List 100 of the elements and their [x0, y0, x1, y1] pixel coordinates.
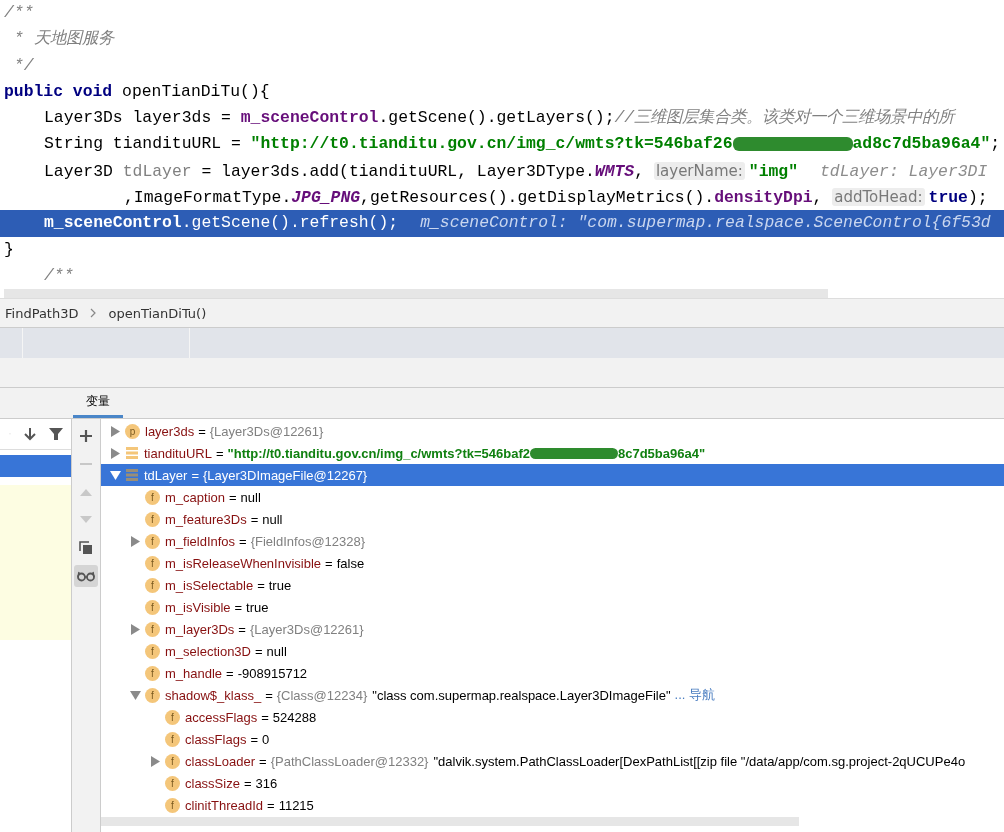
- variable-name: classSize: [185, 775, 240, 791]
- variable-value: 524288: [272, 709, 317, 725]
- variable-row[interactable]: f m_isSelectable = true: [101, 574, 1004, 596]
- string-literal: ad8c7d5ba96a4": [852, 134, 991, 154]
- variable-value: 11215: [278, 797, 314, 813]
- inline-debug-value: m_sceneControl: "com.supermap.realspace.SceneControl{6f53d: [420, 213, 991, 233]
- variable-row[interactable]: f m_layer3Ds = {Layer3Ds@12261}: [101, 618, 1004, 640]
- expanded-triangle-icon[interactable]: [109, 469, 121, 481]
- string-value: "http://t0.tianditu.gov.cn/img_c/wmts?tk=546baf2: [227, 445, 530, 461]
- variable-name: m_selection3D: [165, 643, 251, 659]
- variable-row[interactable]: f accessFlags = 524288: [101, 706, 1004, 728]
- variable-row[interactable]: tdLayer = {Layer3DImageFile@12267}: [101, 464, 1004, 486]
- code-comment: * 天地图服务: [12, 29, 114, 49]
- code-text: String tiandituURL =: [44, 134, 242, 154]
- variable-row[interactable]: p layer3ds = {Layer3Ds@12261}: [101, 420, 1004, 442]
- field-text: densityDpi: [714, 188, 813, 208]
- collapsed-triangle-icon[interactable]: [109, 425, 121, 437]
- variable-value: 0: [262, 731, 270, 747]
- variable-value: "class com.supermap.realspace.Layer3DImageFile": [372, 687, 671, 703]
- variable-row[interactable]: f shadow$_klass_ = {Class@12234} "class com.supermap.realspace.Layer3DImageFile" ... 导航: [101, 684, 1004, 706]
- collapsed-triangle-icon[interactable]: [129, 623, 141, 635]
- keyword-text: true: [928, 188, 968, 208]
- chevron-icon: [90, 308, 97, 318]
- variable-name: layer3ds: [145, 423, 195, 439]
- member-badge: f: [145, 687, 160, 703]
- member-badge: f: [145, 577, 160, 593]
- code-text: .getScene().getLayers();: [378, 108, 615, 128]
- object-reference: {Layer3Ds@12261}: [209, 423, 324, 439]
- glasses-icon[interactable]: [74, 565, 98, 587]
- code-text: ,getResources().getDisplayMetrics().: [360, 188, 715, 208]
- variable-value: true: [268, 577, 292, 593]
- variable-value: "dalvik.system.PathClassLoader[DexPathList[[zip file "/data/app/com.sg.project-2qUCUPe4o: [433, 753, 966, 769]
- equals-sign: =: [229, 489, 237, 505]
- equals-sign: =: [261, 709, 269, 725]
- variable-row[interactable]: f m_selection3D = null: [101, 640, 1004, 662]
- variable-name: shadow$_klass_: [165, 687, 262, 703]
- member-badge: f: [145, 621, 160, 637]
- horizontal-scrollbar[interactable]: [101, 817, 799, 826]
- member-badge: f: [165, 797, 180, 813]
- member-badge: f: [145, 489, 160, 505]
- collapsed-triangle-icon[interactable]: [109, 447, 121, 459]
- horizontal-scrollbar[interactable]: [4, 289, 828, 298]
- variable-row[interactable]: f classLoader = {PathClassLoader@12332} "dalvik.system.PathClassLoader[DexPathList[[zip file "/data/app/com.sg.project-2qUCUPe4o: [101, 750, 1004, 772]
- variable-name: accessFlags: [185, 709, 258, 725]
- equals-sign: =: [265, 687, 273, 703]
- variable-name: clinitThreadId: [185, 797, 264, 813]
- variable-row[interactable]: tiandituURL = "http://t0.tianditu.gov.cn/img_c/wmts?tk=546baf2 8c7d5ba96a4": [101, 442, 1004, 464]
- expanded-triangle-icon[interactable]: [129, 689, 141, 701]
- equals-sign: =: [198, 423, 206, 439]
- variable-row[interactable]: f m_caption = null: [101, 486, 1004, 508]
- member-badge: f: [145, 533, 160, 549]
- object-reference: {PathClassLoader@12332}: [270, 753, 429, 769]
- variable-name: m_feature3Ds: [165, 511, 247, 527]
- equals-sign: =: [226, 665, 234, 681]
- object-reference: {FieldInfos@12328}: [250, 533, 366, 549]
- variable-row[interactable]: f clinitThreadId = 11215: [101, 794, 1004, 816]
- variable-row[interactable]: f classFlags = 0: [101, 728, 1004, 750]
- variable-row[interactable]: f classSize = 316: [101, 772, 1004, 794]
- variable-row[interactable]: f m_feature3Ds = null: [101, 508, 1004, 530]
- code-text: }: [4, 239, 14, 259]
- variable-row[interactable]: f m_isReleaseWhenInvisible = false: [101, 552, 1004, 574]
- field-text: m_sceneControl: [44, 213, 182, 233]
- collapsed-triangle-icon[interactable]: [129, 535, 141, 547]
- member-badge: f: [165, 775, 180, 791]
- variable-name: m_isReleaseWhenInvisible: [165, 555, 322, 571]
- object-reference: {Class@12234}: [276, 687, 368, 703]
- collapsed-triangle-icon[interactable]: [149, 755, 161, 767]
- variable-row[interactable]: f m_isVisible = true: [101, 596, 1004, 618]
- variable-value: null: [262, 511, 283, 527]
- constant-text: WMTS: [594, 161, 635, 181]
- equals-sign: =: [267, 797, 275, 813]
- arrow-down-icon[interactable]: [23, 427, 37, 441]
- code-text: openTianDiTu(){: [122, 81, 270, 101]
- variable-row[interactable]: f m_fieldInfos = {FieldInfos@12328}: [101, 530, 1004, 552]
- parameter-hint: layerName:: [653, 161, 745, 180]
- string-literal: "img": [748, 161, 799, 181]
- filter-icon[interactable]: [49, 427, 63, 441]
- breadcrumb-item[interactable]: FindPath3D: [5, 305, 79, 321]
- object-reference: {Layer3Ds@12261}: [249, 621, 364, 637]
- equals-sign: =: [259, 753, 267, 769]
- code-text: ,ImageFormatType.: [124, 188, 292, 208]
- variable-name: classFlags: [185, 731, 247, 747]
- code-text: tdLayer: [122, 161, 192, 181]
- member-badge: f: [145, 665, 160, 681]
- breadcrumb-item[interactable]: openTianDiTu(): [108, 305, 207, 321]
- keyword-text: public void: [4, 81, 114, 101]
- member-badge: f: [165, 709, 180, 725]
- code-text: Layer3Ds layer3ds =: [44, 108, 232, 128]
- variable-value: false: [336, 555, 365, 571]
- variable-value: true: [246, 599, 269, 615]
- navigate-link[interactable]: ... 导航: [674, 686, 715, 704]
- code-text: ,: [634, 161, 646, 181]
- equals-sign: =: [238, 621, 246, 637]
- member-badge: f: [165, 731, 180, 747]
- variable-row[interactable]: f m_handle = -908915712: [101, 662, 1004, 684]
- field-text: m_sceneControl: [240, 108, 379, 128]
- member-badge: f: [165, 753, 180, 769]
- constant-text: JPG_PNG: [291, 188, 361, 208]
- list-lines-icon: [125, 468, 139, 482]
- equals-sign: =: [250, 511, 259, 527]
